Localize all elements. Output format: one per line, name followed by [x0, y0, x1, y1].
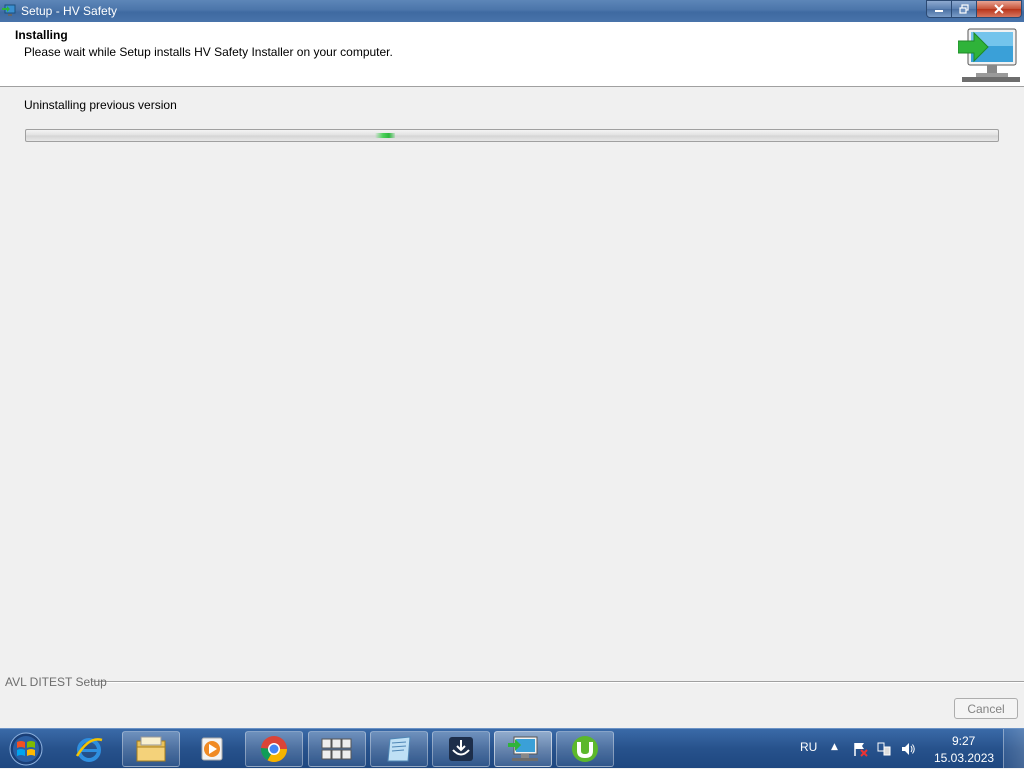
utorrent-icon: [572, 736, 598, 762]
setup-app-icon: [2, 4, 16, 16]
taskbar: RU ▲ 9:27 15.03.2023: [0, 728, 1024, 769]
media-player-icon: [201, 737, 223, 761]
language-indicator[interactable]: RU: [800, 740, 817, 754]
start-button[interactable]: [4, 731, 48, 767]
minimize-button[interactable]: [926, 0, 952, 18]
show-desktop-button[interactable]: [1003, 729, 1024, 769]
restore-icon: [959, 4, 969, 14]
wizard-header: Installing Please wait while Setup insta…: [0, 22, 1024, 87]
close-icon: [994, 4, 1004, 14]
status-text: Uninstalling previous version: [24, 98, 177, 112]
taskbar-explorer[interactable]: [122, 731, 180, 767]
taskbar-keyboard-app[interactable]: [308, 731, 366, 767]
setup-installer-icon: [508, 736, 538, 761]
taskbar-remote-app[interactable]: [432, 731, 490, 767]
keyboard-app-icon: [321, 738, 352, 760]
progress-bar: [25, 129, 999, 142]
volume-icon[interactable]: [900, 741, 916, 757]
title-bar[interactable]: Setup - HV Safety: [0, 0, 1024, 22]
taskbar-ie[interactable]: [60, 731, 118, 767]
action-center-flag-icon[interactable]: [852, 741, 868, 757]
brand-label: AVL DITEST Setup: [5, 675, 107, 689]
file-explorer-icon: [136, 736, 166, 762]
cancel-button[interactable]: Cancel: [954, 698, 1018, 719]
page-subtitle: Please wait while Setup installs HV Safe…: [24, 45, 393, 59]
install-computer-icon: [958, 28, 1020, 82]
taskbar-chrome[interactable]: [245, 731, 303, 767]
window-title: Setup - HV Safety: [21, 4, 118, 18]
clock-time[interactable]: 9:27: [952, 734, 975, 748]
taskbar-notepad[interactable]: [370, 731, 428, 767]
chrome-icon: [260, 736, 288, 763]
remote-app-icon: [449, 737, 473, 761]
taskbar-utorrent[interactable]: [556, 731, 614, 767]
taskbar-media[interactable]: [183, 731, 241, 767]
progress-marquee: [375, 133, 395, 138]
notepad-icon: [387, 736, 411, 762]
close-button[interactable]: [977, 0, 1022, 18]
clock-date[interactable]: 15.03.2023: [934, 751, 994, 765]
page-title: Installing: [15, 28, 68, 42]
maximize-button[interactable]: [952, 0, 977, 18]
tray-expand-icon[interactable]: ▲: [831, 742, 838, 752]
minimize-icon: [935, 10, 943, 12]
window-controls: [926, 0, 1022, 19]
internet-explorer-icon: [75, 738, 103, 762]
taskbar-setup[interactable]: [494, 731, 552, 767]
footer-divider: [0, 681, 1024, 683]
network-icon[interactable]: [876, 741, 892, 757]
